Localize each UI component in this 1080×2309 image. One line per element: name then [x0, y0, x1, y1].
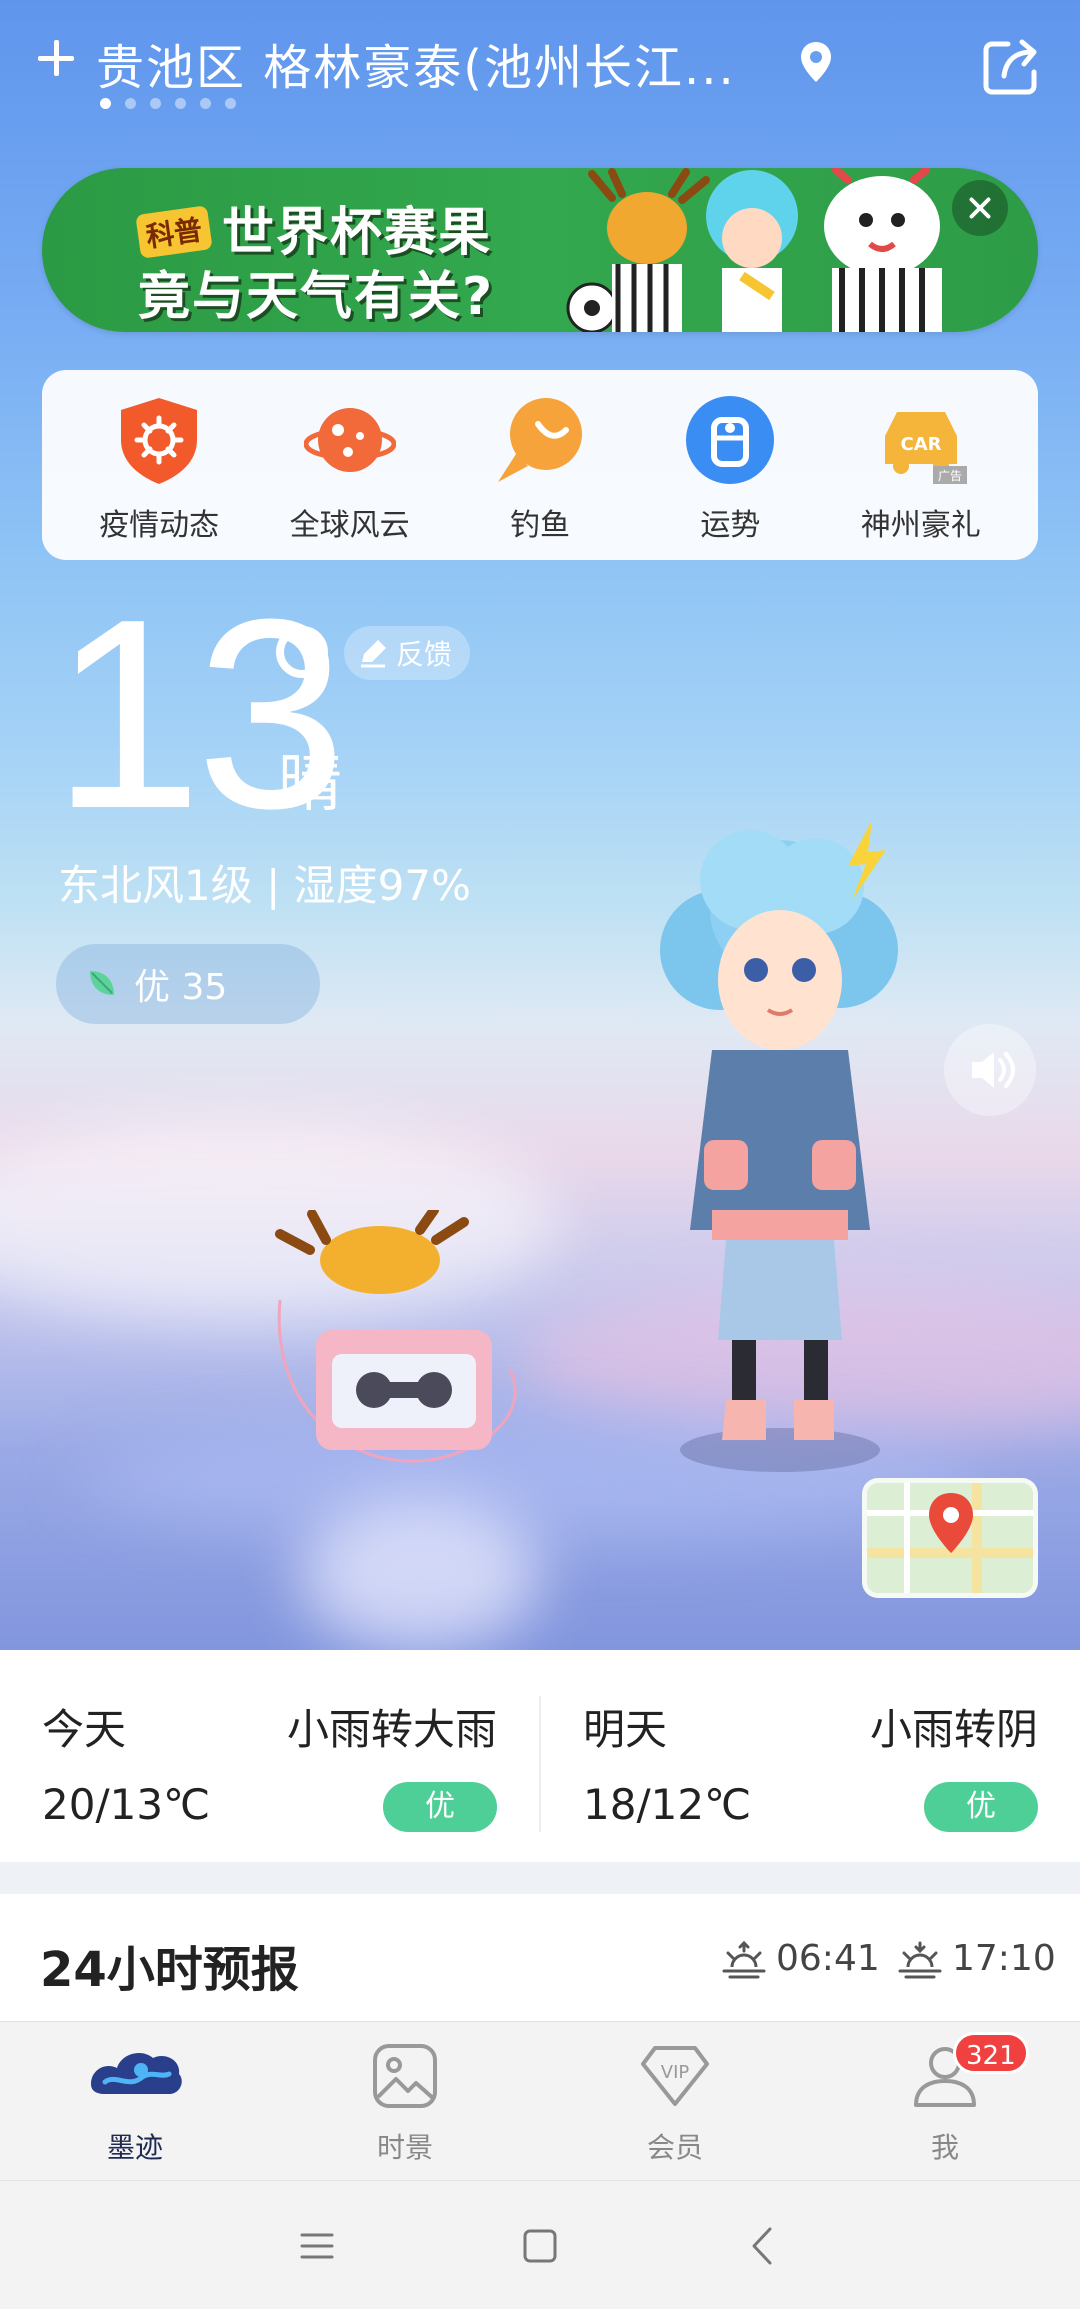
aqi-value: 优 35 [134, 967, 228, 1008]
tab-label: 会员 [646, 2131, 703, 2164]
ad-cartoon-illustration [566, 168, 942, 332]
forecast-temperature: 20/13℃ [42, 1780, 211, 1829]
page-dot [225, 98, 236, 109]
forecast-temperature: 18/12℃ [583, 1780, 752, 1829]
tab-vip[interactable]: VIP 会员 [540, 2022, 810, 2180]
tab-me[interactable]: 321 我 [810, 2022, 1080, 2180]
ad-badge: 科普 [135, 205, 213, 259]
tab-label: 时景 [376, 2131, 433, 2164]
svg-text:VIP: VIP [661, 2062, 690, 2083]
virus-shield-icon [121, 398, 198, 484]
tab-scenes[interactable]: 时景 [270, 2022, 540, 2180]
page-dot [150, 98, 161, 109]
voice-broadcast-button[interactable] [944, 1024, 1036, 1116]
svg-text:CAR: CAR [900, 434, 941, 455]
feedback-button[interactable]: 反馈 [344, 626, 471, 680]
two-day-forecast: 今天 小雨转大雨 20/13℃ 优 明天 小雨转阴 18/12℃ 优 [0, 1650, 1080, 1862]
page-dot [125, 98, 136, 109]
service-label: 运势 [700, 508, 761, 543]
location-pin-icon[interactable] [798, 40, 834, 84]
wind-humidity: 东北风1级 | 湿度97% [58, 861, 471, 910]
fortune-icon [686, 396, 775, 484]
top-bar: 贵池区 格林豪泰(池州长江... [0, 0, 1080, 120]
home-icon[interactable] [505, 2211, 575, 2281]
hourly-forecast-header: 24小时预报 06:41 17:10 [0, 1894, 1080, 2022]
hourly-title: 24小时预报 [40, 1942, 299, 1998]
cassette-character-illustration [275, 1210, 517, 1463]
ad-banner[interactable]: 科普 世界杯赛果 竟与天气有关? [42, 168, 1038, 332]
add-city-icon[interactable] [34, 36, 78, 80]
page-dot [100, 98, 111, 109]
page-dot [200, 98, 211, 109]
sunset-icon [898, 1941, 942, 1978]
image-icon [373, 2044, 437, 2108]
vip-icon: VIP [641, 2046, 709, 2106]
feedback-label: 反馈 [396, 638, 453, 671]
sunset-time: 17:10 [952, 1938, 1056, 1979]
service-label: 神州豪礼 [860, 508, 981, 543]
service-gift-ad[interactable]: CAR 广告 神州豪礼 [836, 370, 1006, 560]
menu-icon[interactable] [282, 2211, 352, 2281]
aqi-badge: 优 [383, 1782, 497, 1832]
share-icon[interactable] [982, 38, 1040, 96]
forecast-day: 今天 [42, 1705, 127, 1754]
service-label: 钓鱼 [509, 508, 570, 543]
page-dot [175, 98, 186, 109]
car-ad-icon: CAR 广告 [884, 412, 967, 484]
forecast-tomorrow[interactable]: 明天 小雨转阴 18/12℃ 优 [541, 1650, 1080, 1862]
ad-tag: 广告 [938, 469, 962, 483]
ad-subheadline: 竟与天气有关? [138, 267, 495, 327]
current-condition: 晴 [278, 747, 342, 821]
leaf-icon [90, 971, 114, 995]
forecast-day: 明天 [583, 1705, 668, 1754]
service-epidemic[interactable]: 疫情动态 [74, 370, 244, 560]
quick-services-panel: 疫情动态 全球风云 钓鱼 运势 CAR 广告 神州豪礼 [42, 370, 1038, 560]
planet-icon [303, 408, 396, 472]
sunrise: 06:41 [720, 1938, 880, 1979]
degree-symbol [276, 626, 328, 678]
water-haze [300, 1500, 540, 1650]
fish-icon [497, 398, 582, 482]
sunrise-icon [722, 1940, 766, 1978]
service-fortune[interactable]: 运势 [645, 370, 815, 560]
tab-label: 我 [930, 2131, 959, 2164]
forecast-condition: 小雨转大雨 [286, 1705, 497, 1754]
weather-character-illustration [660, 820, 898, 1472]
service-global-weather[interactable]: 全球风云 [265, 370, 435, 560]
forecast-today[interactable]: 今天 小雨转大雨 20/13℃ 优 [0, 1650, 539, 1862]
sunrise-time: 06:41 [776, 1938, 880, 1979]
pencil-icon [361, 640, 386, 668]
service-label: 全球风云 [289, 508, 410, 543]
map-pin-icon [867, 1483, 1033, 1593]
service-label: 疫情动态 [99, 508, 220, 543]
notification-badge: 321 [953, 2032, 1029, 2074]
weather-map-button[interactable] [862, 1478, 1038, 1598]
bottom-navigation: 墨迹 时景 VIP 会员 321 我 [0, 2022, 1080, 2180]
service-fishing[interactable]: 钓鱼 [455, 370, 625, 560]
ad-close-icon[interactable] [952, 180, 1008, 236]
back-icon[interactable] [728, 2211, 798, 2281]
system-navigation-bar [0, 2180, 1080, 2309]
location-title[interactable]: 贵池区 格林豪泰(池州长江... [96, 28, 756, 98]
tab-label: 墨迹 [106, 2131, 163, 2164]
tab-moji[interactable]: 墨迹 [0, 2022, 270, 2180]
speaker-icon [972, 1052, 1015, 1088]
forecast-condition: 小雨转阴 [869, 1705, 1038, 1754]
moji-logo-icon [91, 2053, 182, 2094]
air-quality-button[interactable]: 优 35 [56, 944, 320, 1024]
weather-hero: 贵池区 格林豪泰(池州长江... 科普 世界杯赛果 竟与天气有关? 疫情动态 全… [0, 0, 1080, 1650]
sunset: 17:10 [896, 1938, 1056, 1979]
city-page-indicator [100, 98, 236, 109]
aqi-badge: 优 [924, 1782, 1038, 1832]
